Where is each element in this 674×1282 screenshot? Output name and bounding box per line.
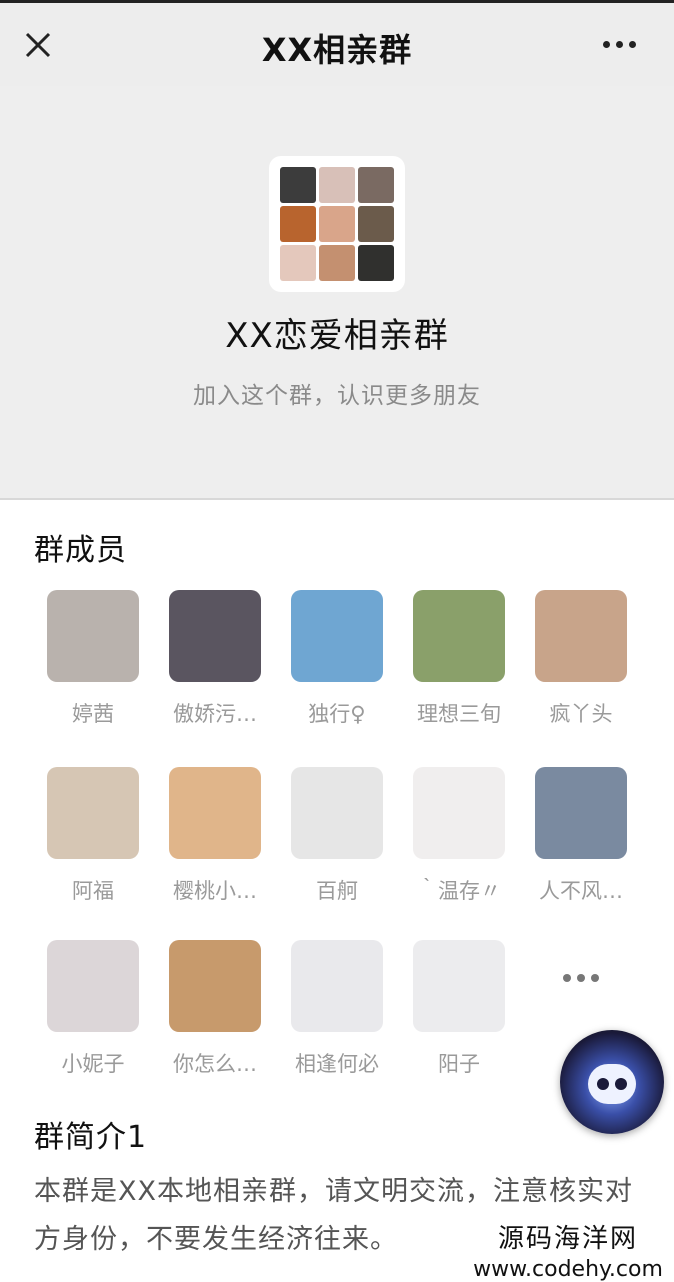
member-name: 婷茜: [72, 702, 114, 726]
member-name: 阿福: [72, 879, 114, 903]
member-name: 独行♀: [308, 702, 366, 726]
group-description: 加入这个群，认识更多朋友: [193, 383, 481, 409]
robot-icon: [588, 1064, 636, 1104]
group-name: XX恋爱相亲群: [225, 316, 449, 356]
watermark-url: www.codehy.com: [473, 1257, 663, 1282]
member-avatar: [47, 940, 139, 1032]
group-avatar-tile: [280, 245, 316, 281]
group-avatar: [269, 156, 405, 292]
member-item[interactable]: 樱桃小…: [165, 767, 265, 905]
member-avatar: [169, 590, 261, 682]
member-avatar: [169, 940, 261, 1032]
divider: [0, 498, 674, 500]
group-avatar-tile: [358, 206, 394, 242]
member-item[interactable]: 阳子: [409, 940, 509, 1078]
member-avatar: [535, 590, 627, 682]
group-avatar-tile: [280, 206, 316, 242]
member-name: 傲娇污…: [173, 702, 257, 726]
member-avatar: [291, 590, 383, 682]
member-item[interactable]: 人不风…: [531, 767, 631, 905]
member-name: 阳子: [438, 1052, 480, 1076]
member-item[interactable]: 疯丫头: [531, 590, 631, 728]
member-item[interactable]: ｀温存〃: [409, 767, 509, 905]
member-item[interactable]: 理想三旬: [409, 590, 509, 728]
member-item[interactable]: 小妮子: [43, 940, 143, 1078]
member-name: 疯丫头: [549, 702, 613, 726]
more-button[interactable]: [600, 33, 644, 57]
member-avatar: [47, 767, 139, 859]
more-members-button[interactable]: [535, 932, 627, 1024]
member-name: 百舸: [316, 879, 358, 903]
group-header: XX恋爱相亲群 加入这个群，认识更多朋友: [0, 86, 674, 498]
member-name: 理想三旬: [417, 702, 501, 726]
member-item[interactable]: 百舸: [287, 767, 387, 905]
group-avatar-tile: [319, 245, 355, 281]
floating-assistant-button[interactable]: [560, 1030, 664, 1134]
member-item[interactable]: 相逢何必: [287, 940, 387, 1078]
member-item[interactable]: 你怎么…: [165, 940, 265, 1078]
intro-title: 群简介1: [34, 1120, 148, 1155]
title-bar: XX相亲群: [0, 0, 674, 89]
group-avatar-tile: [319, 206, 355, 242]
watermark: 源码海洋网 www.codehy.com: [462, 1212, 674, 1282]
member-item[interactable]: 傲娇污…: [165, 590, 265, 728]
more-icon: [560, 967, 602, 986]
member-item[interactable]: 独行♀: [287, 590, 387, 728]
member-avatar: [47, 590, 139, 682]
group-avatar-tile: [358, 167, 394, 203]
group-avatar-tile: [319, 167, 355, 203]
member-avatar: [413, 590, 505, 682]
group-avatar-tile: [358, 245, 394, 281]
member-name: 樱桃小…: [173, 879, 257, 903]
member-avatar: [169, 767, 261, 859]
member-name: 小妮子: [61, 1052, 125, 1076]
watermark-title: 源码海洋网: [497, 1224, 638, 1254]
member-avatar: [413, 767, 505, 859]
member-name: 你怎么…: [173, 1052, 257, 1076]
more-icon: [600, 41, 639, 60]
member-name: ｀温存〃: [417, 879, 501, 903]
member-avatar: [291, 767, 383, 859]
member-avatar: [291, 940, 383, 1032]
member-item[interactable]: 婷茜: [43, 590, 143, 728]
group-avatar-tile: [280, 167, 316, 203]
member-name: 相逢何必: [295, 1052, 379, 1076]
member-name: 人不风…: [539, 879, 623, 903]
member-avatar: [535, 767, 627, 859]
members-section-title: 群成员: [34, 533, 127, 568]
member-item[interactable]: 阿福: [43, 767, 143, 905]
page-title: XX相亲群: [261, 31, 413, 69]
member-avatar: [413, 940, 505, 1032]
